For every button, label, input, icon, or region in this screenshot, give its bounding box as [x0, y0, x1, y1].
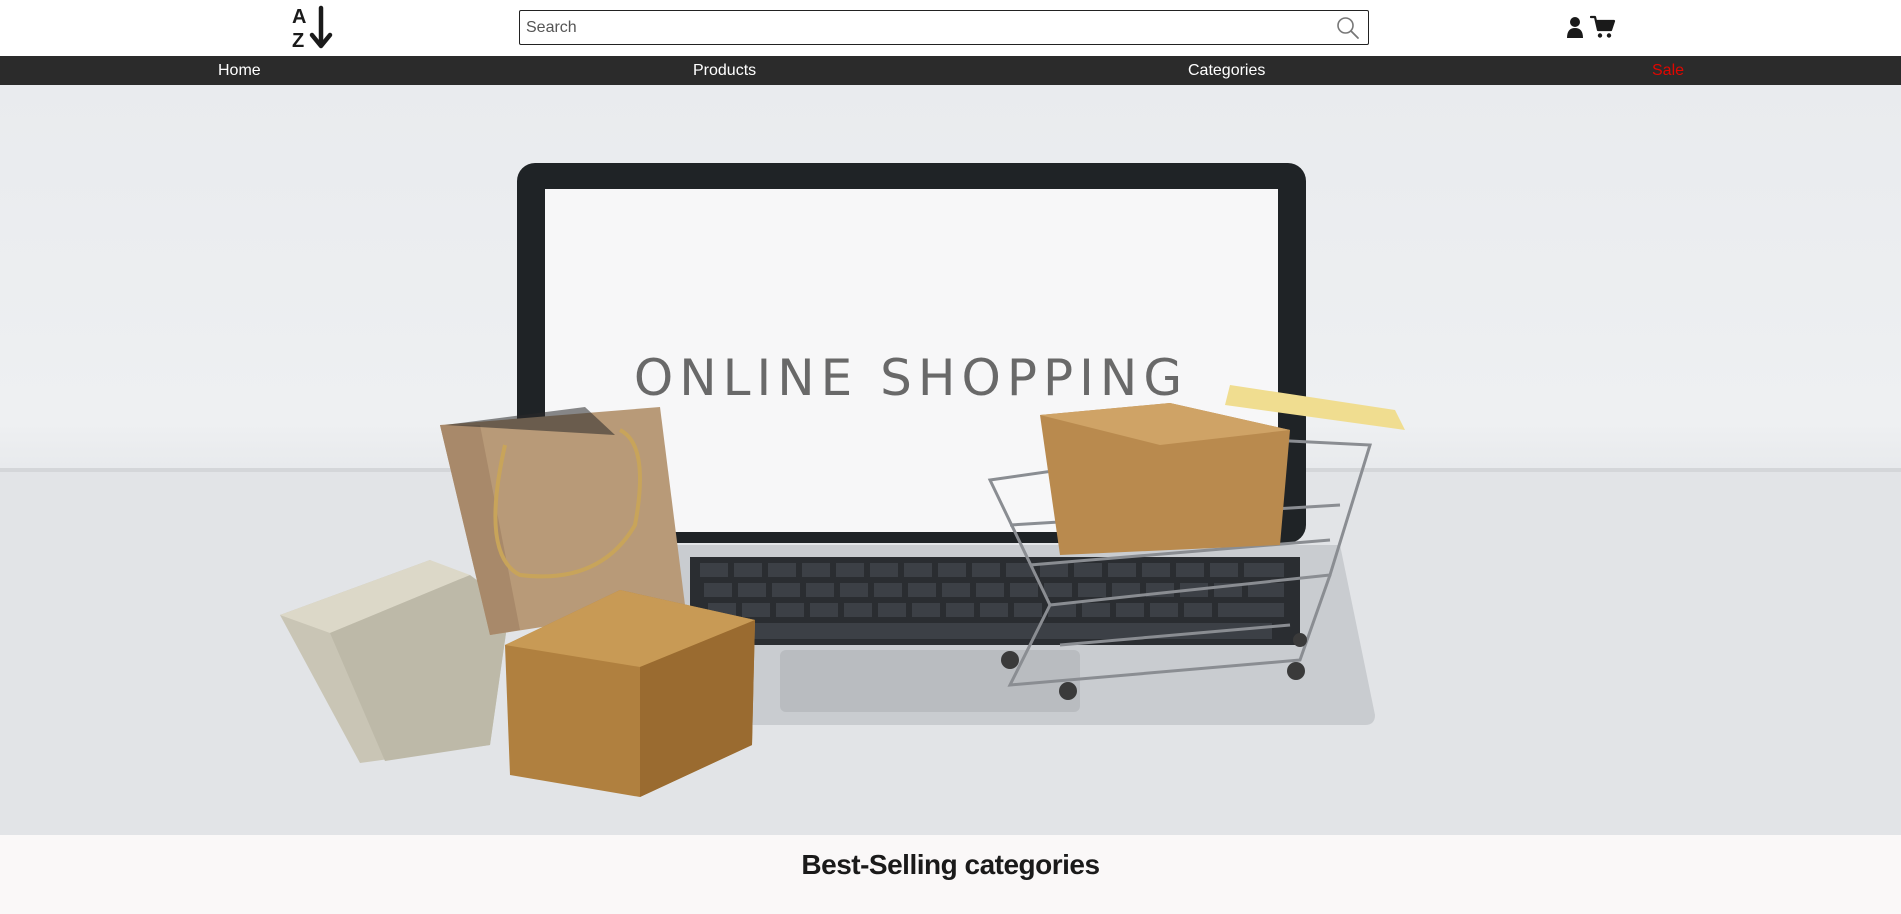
- nav-home[interactable]: Home: [218, 56, 261, 85]
- search-bar: [519, 10, 1369, 45]
- hero-screen-text: ONLINE SHOPPING: [634, 349, 1188, 407]
- main-nav: Home Products Categories Sale: [0, 56, 1901, 85]
- az-sort-logo-icon[interactable]: A Z: [290, 5, 336, 52]
- nav-categories[interactable]: Categories: [1188, 56, 1265, 85]
- nav-products[interactable]: Products: [693, 56, 756, 85]
- cart-icon[interactable]: [1589, 14, 1616, 40]
- hero-banner: ONLINE SHOPPING: [0, 85, 1901, 835]
- best-selling-section: Best-Selling categories: [0, 835, 1901, 914]
- search-icon[interactable]: [1336, 16, 1360, 40]
- user-icon[interactable]: [1566, 16, 1584, 40]
- svg-text:A: A: [292, 6, 306, 28]
- svg-text:Z: Z: [292, 30, 304, 51]
- section-title: Best-Selling categories: [801, 849, 1100, 880]
- hero-image: ONLINE SHOPPING: [0, 163, 1901, 835]
- nav-sale[interactable]: Sale: [1652, 56, 1684, 85]
- search-input[interactable]: [526, 11, 1316, 44]
- header: A Z: [0, 0, 1901, 56]
